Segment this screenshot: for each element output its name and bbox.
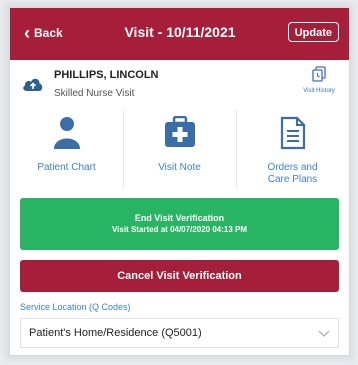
chevron-left-icon: ‹ <box>24 23 30 43</box>
person-icon <box>53 117 80 149</box>
service-location-label: Service Location (Q Codes) <box>20 302 131 312</box>
page-title: Visit - 10/11/2021 <box>124 24 236 40</box>
back-button[interactable]: ‹ Back <box>24 23 63 43</box>
service-location-value: Patient's Home/Residence (Q5001) <box>29 327 202 339</box>
visit-started-text: Visit Started at 04/07/2020 04:13 PM <box>111 225 248 234</box>
top-bar: ‹ Back Visit - 10/11/2021 Update <box>10 8 349 60</box>
back-label: Back <box>34 26 63 40</box>
medical-kit-icon <box>164 116 195 147</box>
visit-history-button[interactable]: Visit History <box>299 66 339 94</box>
service-location-select[interactable]: Patient's Home/Residence (Q5001) <box>20 318 339 348</box>
visit-history-label: Visit History <box>303 88 335 94</box>
cancel-visit-button[interactable]: Cancel Visit Verification <box>20 260 339 292</box>
orders-care-plans-label: Orders and Care Plans <box>267 162 318 185</box>
chevron-down-icon <box>318 330 330 337</box>
visit-note-label: Visit Note <box>158 162 201 173</box>
cloud-upload-icon <box>23 78 43 91</box>
action-row: Patient Chart Visit Note Orders and Care… <box>10 104 349 196</box>
patient-header: PHILLIPS, LINCOLN Skilled Nurse Visit Vi… <box>10 60 349 105</box>
update-button[interactable]: Update <box>287 22 339 42</box>
document-icon <box>280 116 305 150</box>
patient-chart-button[interactable]: Patient Chart <box>10 104 123 196</box>
patient-chart-label: Patient Chart <box>37 162 96 173</box>
end-visit-button[interactable]: End Visit Verification Visit Started at … <box>20 198 339 250</box>
patient-name: PHILLIPS, LINCOLN <box>54 69 159 81</box>
app-frame: ‹ Back Visit - 10/11/2021 Update PHILLIP… <box>10 8 349 355</box>
history-icon <box>312 66 326 82</box>
visit-note-button[interactable]: Visit Note <box>123 104 236 196</box>
visit-type: Skilled Nurse Visit <box>54 88 135 99</box>
orders-care-plans-button[interactable]: Orders and Care Plans <box>236 104 349 196</box>
end-visit-label: End Visit Verification <box>134 213 225 223</box>
